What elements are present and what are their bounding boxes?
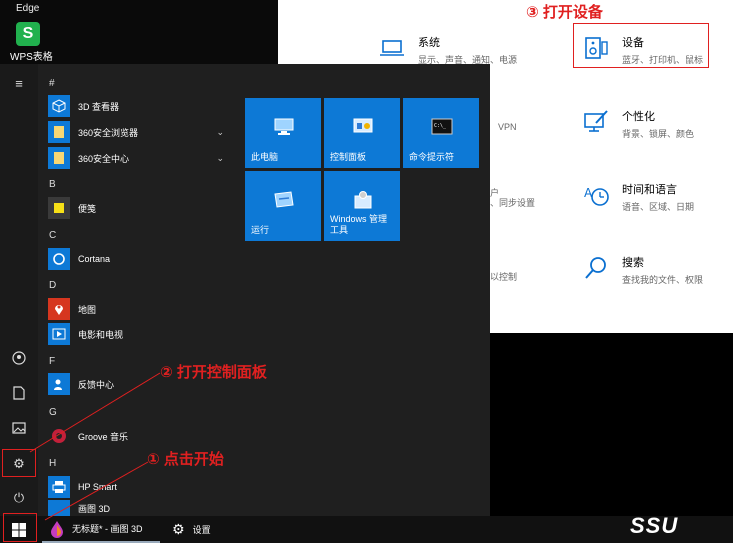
run-dialog-icon bbox=[274, 191, 294, 208]
settings-item-title: 搜索 bbox=[622, 257, 644, 269]
user-account-icon[interactable] bbox=[9, 351, 29, 371]
settings-fragment-vpn: VPN bbox=[498, 122, 517, 132]
start-menu: ≡ ⚙ ⏻ # 3D 查看器 360安全浏览器 ⌄ 360安全中心 ⌄ B 便笺… bbox=[0, 64, 490, 516]
settings-item-time-language[interactable]: A 时间和语言 语音、区域、日期 bbox=[582, 181, 694, 213]
tile-label: 运行 bbox=[251, 225, 270, 235]
tile-label: 控制面板 bbox=[330, 152, 367, 162]
settings-item-title: 个性化 bbox=[622, 111, 655, 123]
app-item-3d-viewer[interactable]: 3D 查看器 bbox=[48, 94, 238, 118]
taskbar: 无标题* - 画图 3D ⚙ 设置 bbox=[0, 516, 733, 543]
app-name: 3D 查看器 bbox=[78, 101, 120, 112]
app-name: HP Smart bbox=[78, 482, 117, 492]
paint-3d-icon bbox=[48, 500, 70, 516]
chevron-down-icon[interactable]: ⌄ bbox=[216, 153, 224, 164]
svg-text:C:\_: C:\_ bbox=[434, 123, 447, 129]
feedback-person-icon bbox=[48, 373, 70, 395]
tile-label: 命令提示符 bbox=[409, 152, 455, 162]
app-name: Groove 音乐 bbox=[78, 431, 129, 442]
tile-this-pc[interactable]: 此电脑 bbox=[245, 98, 321, 168]
settings-item-personalization[interactable]: 个性化 背景、锁屏、颜色 bbox=[582, 108, 694, 140]
group-letter-f[interactable]: F bbox=[49, 356, 55, 367]
terminal-icon: C:\_ bbox=[431, 118, 453, 135]
admin-tools-icon bbox=[354, 191, 372, 209]
app-item-paint-3d[interactable]: 画图 3D bbox=[48, 500, 238, 516]
group-letter-b[interactable]: B bbox=[49, 179, 56, 190]
pictures-icon[interactable] bbox=[9, 420, 29, 440]
taskbar-item-label: 无标题* - 画图 3D bbox=[72, 524, 143, 534]
group-letter-c[interactable]: C bbox=[49, 230, 56, 241]
settings-item-search[interactable]: 搜索 查找我的文件、权限 bbox=[582, 254, 703, 286]
app-name: 便笺 bbox=[78, 203, 97, 214]
app-name: 画图 3D bbox=[78, 503, 111, 514]
paintbrush-monitor-icon bbox=[584, 110, 608, 132]
app-item-maps[interactable]: 地图 bbox=[48, 297, 238, 321]
laptop-icon bbox=[380, 40, 404, 56]
tile-command-prompt[interactable]: C:\_ 命令提示符 bbox=[403, 98, 479, 168]
tile-label: Windows 管理 工具 bbox=[330, 214, 388, 235]
chevron-down-icon[interactable]: ⌄ bbox=[216, 127, 224, 138]
tile-windows-admin-tools[interactable]: Windows 管理 工具 bbox=[324, 171, 400, 241]
music-disc-icon bbox=[48, 425, 70, 447]
edge-desktop-label[interactable]: Edge bbox=[16, 3, 39, 14]
app-name: 反馈中心 bbox=[78, 379, 115, 390]
folder-icon bbox=[48, 147, 70, 169]
hamburger-menu-icon[interactable]: ≡ bbox=[9, 74, 29, 94]
app-name: 电影和电视 bbox=[78, 329, 124, 340]
film-icon bbox=[48, 323, 70, 345]
folder-icon bbox=[48, 121, 70, 143]
group-letter-h[interactable]: H bbox=[49, 458, 56, 469]
settings-item-subtitle: 语音、区域、日期 bbox=[622, 202, 695, 212]
computer-icon bbox=[274, 118, 294, 135]
app-item-groove-music[interactable]: Groove 音乐 bbox=[48, 424, 238, 448]
tile-control-panel[interactable]: 控制面板 bbox=[324, 98, 400, 168]
group-letter-hash[interactable]: # bbox=[49, 78, 55, 89]
sticky-note-icon bbox=[48, 197, 70, 219]
watermark-brand: SSU bbox=[630, 513, 679, 538]
settings-item-title: 时间和语言 bbox=[622, 184, 677, 196]
tile-label: 此电脑 bbox=[251, 152, 279, 162]
settings-item-system[interactable]: 系统 显示、声音、通知、电源 bbox=[378, 34, 517, 66]
search-icon bbox=[585, 257, 606, 279]
annotation-step1: ① 点击开始 bbox=[147, 451, 224, 468]
cube-icon bbox=[48, 95, 70, 117]
taskbar-item-settings[interactable]: ⚙ 设置 bbox=[166, 516, 276, 543]
map-pin-icon bbox=[48, 298, 70, 320]
app-name: 360安全浏览器 bbox=[78, 127, 139, 138]
settings-item-title: 系统 bbox=[418, 37, 440, 49]
cortana-ring-icon bbox=[48, 248, 70, 270]
app-item-hp-smart[interactable]: HP Smart bbox=[48, 475, 238, 499]
app-item-sticky-notes[interactable]: 便笺 bbox=[48, 196, 238, 220]
wps-spreadsheet-icon[interactable]: S bbox=[16, 22, 40, 46]
paint-3d-drop-icon bbox=[51, 520, 63, 538]
devices-highlight-box bbox=[573, 23, 709, 68]
taskbar-item-paint-3d[interactable]: 无标题* - 画图 3D bbox=[42, 516, 160, 543]
group-letter-d[interactable]: D bbox=[49, 280, 56, 291]
annotation-step2: ② 打开控制面板 bbox=[160, 364, 267, 381]
app-name: 360安全中心 bbox=[78, 153, 130, 164]
app-name: 地图 bbox=[78, 304, 97, 315]
settings-gear-highlight-box bbox=[2, 449, 36, 477]
wps-desktop-label[interactable]: WPS表格 bbox=[10, 48, 53, 63]
settings-item-subtitle: 背景、锁屏、颜色 bbox=[622, 129, 695, 139]
taskbar-item-label: 设置 bbox=[192, 525, 211, 535]
app-item-360-browser[interactable]: 360安全浏览器 ⌄ bbox=[48, 120, 238, 144]
gear-icon: ⚙ bbox=[172, 521, 185, 537]
app-item-cortana[interactable]: Cortana bbox=[48, 247, 238, 271]
settings-fragment-sync: 、同步设置 bbox=[490, 198, 536, 208]
annotation-step3: ③ 打开设备 bbox=[526, 4, 603, 21]
documents-icon[interactable] bbox=[9, 386, 29, 406]
app-name: Cortana bbox=[78, 254, 111, 264]
tile-run[interactable]: 运行 bbox=[245, 171, 321, 241]
power-icon[interactable]: ⏻ bbox=[9, 488, 29, 508]
app-item-movies-tv[interactable]: 电影和电视 bbox=[48, 322, 238, 346]
group-letter-g[interactable]: G bbox=[49, 407, 57, 418]
language-clock-icon: A bbox=[584, 186, 609, 206]
start-button-highlight-box bbox=[3, 513, 37, 542]
printer-icon bbox=[48, 476, 70, 498]
settings-item-subtitle: 查找我的文件、权限 bbox=[622, 275, 704, 285]
settings-fragment-control: 以控制 bbox=[490, 272, 518, 282]
control-panel-icon bbox=[353, 118, 373, 133]
app-item-360-security[interactable]: 360安全中心 ⌄ bbox=[48, 146, 238, 170]
